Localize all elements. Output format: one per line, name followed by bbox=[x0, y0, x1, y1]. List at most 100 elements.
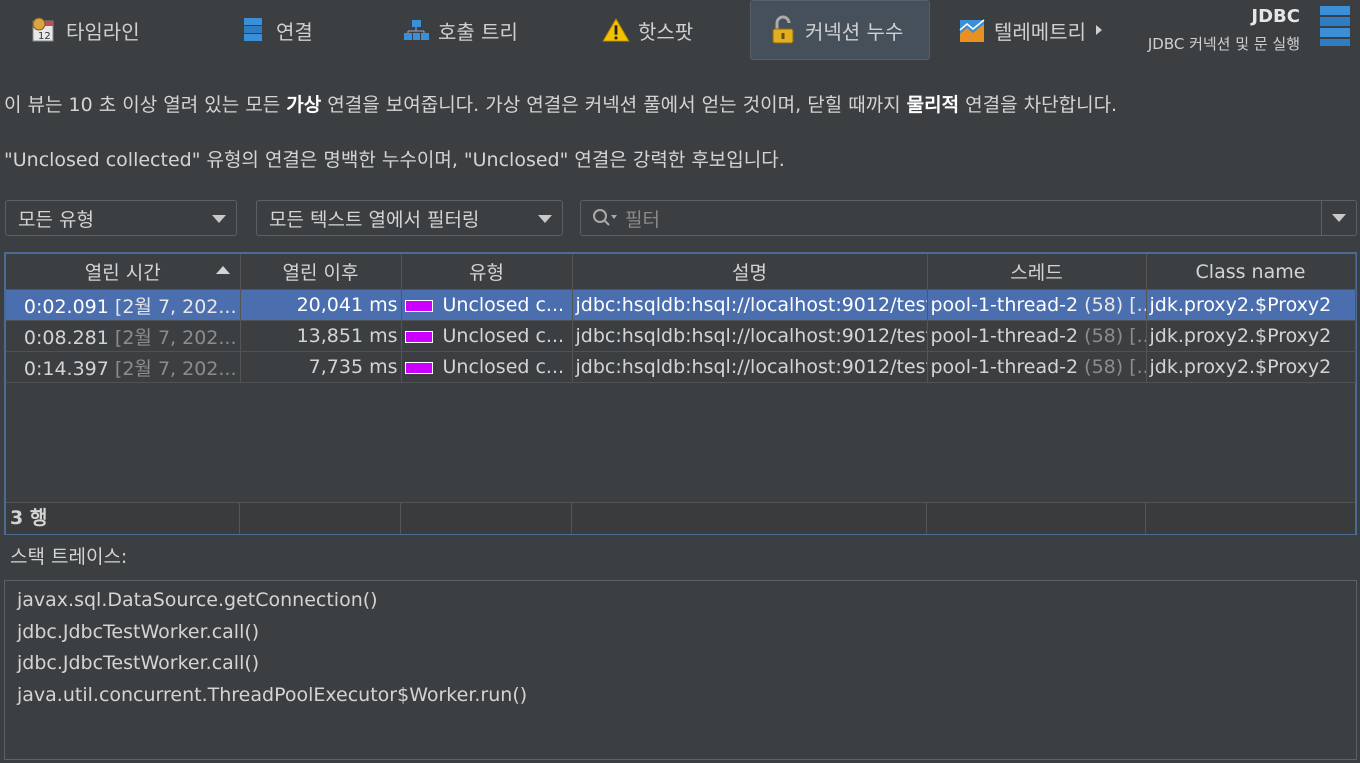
type-filter-select[interactable]: 모든 유형 bbox=[5, 200, 237, 236]
type-filter-value: 모든 유형 bbox=[18, 208, 94, 231]
table-footer: 3 행 bbox=[6, 502, 1355, 534]
tab-connection-leaks-label: 커넥션 누수 bbox=[805, 19, 904, 44]
tab-connections[interactable]: 연결 bbox=[240, 0, 313, 60]
cell-open-time: 0:02.091 [2월 7, 202... bbox=[6, 289, 241, 321]
column-header-label: 설명 bbox=[732, 262, 767, 284]
column-header-label: 열린 이후 bbox=[282, 262, 359, 284]
column-header-type[interactable]: 유형 bbox=[401, 254, 573, 290]
chevron-down-icon bbox=[538, 215, 552, 223]
type-color-swatch bbox=[404, 330, 433, 343]
cell-type: Unclosed c... bbox=[401, 320, 573, 352]
column-header-class-name[interactable]: Class name bbox=[1146, 254, 1356, 290]
sort-ascending-icon bbox=[215, 266, 230, 274]
thread-id-value: (58) [... bbox=[1084, 294, 1145, 316]
stack-trace-panel: javax.sql.DataSource.getConnection() jdb… bbox=[4, 580, 1357, 760]
cell-thread: pool-1-thread-2 (58) [... bbox=[927, 351, 1147, 383]
cell-description: jdbc:hsqldb:hsql://localhost:9012/test bbox=[572, 320, 928, 352]
cell-type: Unclosed c... bbox=[401, 289, 573, 321]
database-stack-icon bbox=[1318, 4, 1352, 53]
open-date-value: [2월 7, 202... bbox=[114, 295, 237, 318]
open-date-value: [2월 7, 202... bbox=[114, 326, 237, 349]
cell-thread: pool-1-thread-2 (58) [... bbox=[927, 320, 1147, 352]
more-tabs-arrow-icon[interactable] bbox=[1096, 25, 1102, 35]
stack-frame[interactable]: javax.sql.DataSource.getConnection() bbox=[17, 585, 1344, 617]
type-color-swatch bbox=[404, 361, 433, 374]
chevron-down-icon bbox=[212, 215, 226, 223]
chevron-down-icon bbox=[1332, 214, 1346, 222]
description-line-1: 이 뷰는 10 초 이상 열려 있는 모든 가상 연결을 보여줍니다. 가상 연… bbox=[4, 90, 1117, 117]
svg-text:12: 12 bbox=[38, 31, 51, 42]
column-header-label: 스레드 bbox=[1010, 262, 1063, 284]
thread-value: pool-1-thread-2 bbox=[930, 294, 1079, 316]
desc-text: 연결을 차단합니다. bbox=[959, 94, 1118, 116]
desc-text: 이 뷰는 10 초 이상 열려 있는 모든 bbox=[4, 94, 287, 116]
type-value: Unclosed c... bbox=[442, 325, 565, 347]
stack-trace-label: 스택 트레이스: bbox=[10, 546, 128, 568]
column-header-open-since[interactable]: 열린 이후 bbox=[240, 254, 402, 290]
row-count: 3 행 bbox=[6, 503, 240, 534]
tab-hotspots-label: 핫스팟 bbox=[638, 19, 694, 44]
cell-open-since: 13,851 ms bbox=[240, 320, 402, 352]
tab-call-tree-label: 호출 트리 bbox=[438, 19, 518, 44]
database-icon bbox=[240, 16, 268, 44]
search-history-button[interactable] bbox=[1321, 201, 1356, 235]
thread-id-value: (58) [... bbox=[1084, 325, 1145, 347]
tab-telemetry[interactable]: 텔레메트리 bbox=[958, 0, 1102, 60]
footer-cell bbox=[240, 503, 401, 534]
unlocked-padlock-icon bbox=[769, 15, 797, 44]
type-value: Unclosed c... bbox=[442, 356, 565, 378]
tab-hotspots[interactable]: 핫스팟 bbox=[602, 0, 693, 60]
type-value: Unclosed c... bbox=[442, 294, 565, 316]
cell-thread: pool-1-thread-2 (58) [... bbox=[927, 289, 1147, 321]
table-row[interactable]: 0:14.397 [2월 7, 202... 7,735 ms Unclosed… bbox=[6, 351, 1356, 383]
tab-timeline-label: 타임라인 bbox=[66, 19, 140, 44]
view-brand: JDBC JDBC 커넥션 및 문 실행 bbox=[1148, 6, 1300, 54]
open-time-value: 0:14.397 bbox=[23, 357, 109, 380]
open-time-value: 0:02.091 bbox=[23, 295, 109, 318]
cell-description: jdbc:hsqldb:hsql://localhost:9012/test bbox=[572, 351, 928, 383]
column-header-open-time[interactable]: 열린 시간 bbox=[6, 254, 241, 290]
leaks-table: 열린 시간 열린 이후 유형 설명 스레드 Class name 0:02.09… bbox=[4, 252, 1357, 535]
desc-bold-physical: 물리적 bbox=[906, 94, 960, 116]
column-header-label: Class name bbox=[1195, 260, 1306, 283]
thread-value: pool-1-thread-2 bbox=[930, 356, 1079, 378]
brand-title: JDBC bbox=[1251, 6, 1300, 27]
call-tree-icon bbox=[402, 16, 430, 44]
column-header-label: 열린 시간 bbox=[84, 262, 161, 284]
footer-cell bbox=[927, 503, 1146, 534]
cell-description: jdbc:hsqldb:hsql://localhost:9012/test bbox=[572, 289, 928, 321]
column-filter-select[interactable]: 모든 텍스트 열에서 필터링 bbox=[256, 200, 563, 236]
cell-type: Unclosed c... bbox=[401, 351, 573, 383]
type-color-swatch bbox=[404, 299, 433, 312]
tab-timeline[interactable]: 12 타임라인 bbox=[30, 0, 140, 60]
open-date-value: [2월 7, 202... bbox=[114, 357, 237, 380]
telemetry-chart-icon bbox=[958, 16, 986, 44]
stack-frame[interactable]: jdbc.JdbcTestWorker.call() bbox=[17, 617, 1344, 649]
brand-subtitle: JDBC 커넥션 및 문 실행 bbox=[1147, 35, 1300, 53]
filter-search-field[interactable]: 필터 bbox=[580, 200, 1357, 236]
calendar-clock-icon: 12 bbox=[30, 16, 58, 44]
stack-frame[interactable]: jdbc.JdbcTestWorker.call() bbox=[17, 648, 1344, 680]
search-icon[interactable] bbox=[591, 207, 619, 229]
stack-frame[interactable]: java.util.concurrent.ThreadPoolExecutor$… bbox=[17, 680, 1344, 712]
tab-connection-leaks[interactable]: 커넥션 누수 bbox=[750, 0, 930, 60]
thread-value: pool-1-thread-2 bbox=[930, 325, 1079, 347]
footer-cell bbox=[1146, 503, 1355, 534]
footer-cell bbox=[572, 503, 927, 534]
footer-cell bbox=[401, 503, 572, 534]
cell-open-time: 0:14.397 [2월 7, 202... bbox=[6, 351, 241, 383]
table-row[interactable]: 0:08.281 [2월 7, 202... 13,851 ms Unclose… bbox=[6, 320, 1356, 352]
warning-icon bbox=[602, 16, 630, 44]
desc-text: 연결을 보여줍니다. 가상 연결은 커넥션 풀에서 얻는 것이며, 닫힐 때까지 bbox=[321, 94, 907, 116]
column-header-label: 유형 bbox=[469, 262, 504, 284]
cell-class-name: jdk.proxy2.$Proxy2 bbox=[1146, 351, 1356, 383]
search-placeholder: 필터 bbox=[625, 208, 660, 231]
view-toolbar: 12 타임라인 연결 호출 트리 핫스팟 커넥션 누수 텔레메트리 JDBC J… bbox=[0, 0, 1360, 62]
column-header-description[interactable]: 설명 bbox=[572, 254, 928, 290]
column-filter-value: 모든 텍스트 열에서 필터링 bbox=[269, 208, 480, 231]
table-row[interactable]: 0:02.091 [2월 7, 202... 20,041 ms Unclose… bbox=[6, 289, 1356, 321]
cell-open-time: 0:08.281 [2월 7, 202... bbox=[6, 320, 241, 352]
column-header-thread[interactable]: 스레드 bbox=[927, 254, 1147, 290]
tab-call-tree[interactable]: 호출 트리 bbox=[402, 0, 518, 60]
desc-bold-virtual: 가상 bbox=[286, 94, 322, 116]
